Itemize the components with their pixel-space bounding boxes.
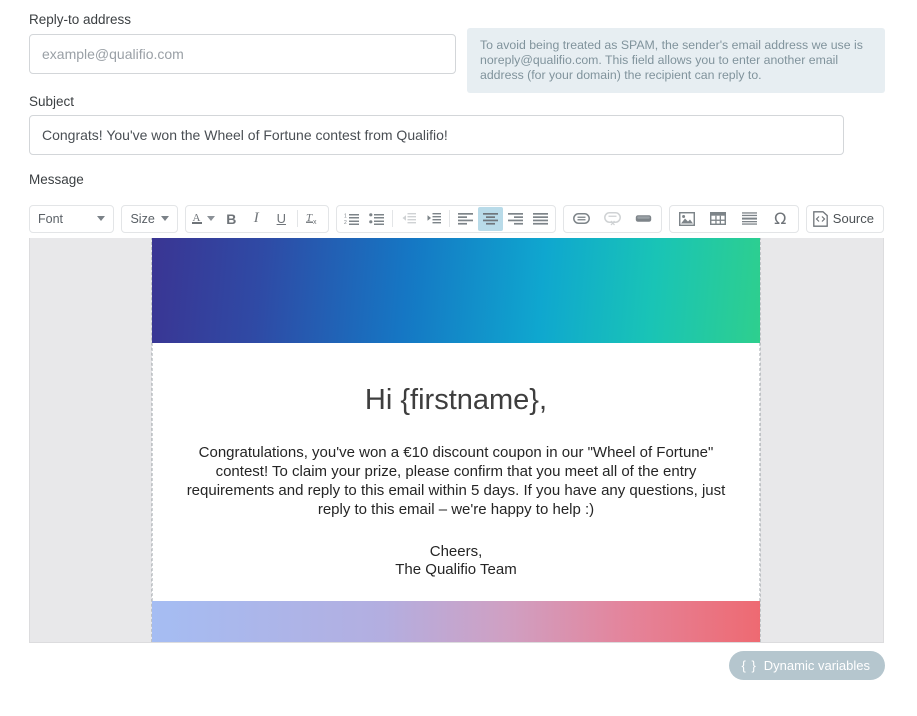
font-size-label: Size	[130, 211, 155, 226]
source-code-icon	[812, 210, 828, 227]
align-left-icon	[457, 213, 473, 225]
email-footer-banner	[152, 600, 760, 642]
email-paragraph: Congratulations, you've won a €10 discou…	[186, 443, 726, 518]
special-character-button[interactable]: Ω	[765, 207, 796, 231]
font-family-label: Font	[38, 211, 64, 226]
reply-to-label: Reply-to address	[29, 12, 132, 27]
image-icon	[679, 211, 696, 226]
remove-format-icon: T x	[305, 212, 317, 226]
numbered-list-icon: 1 2	[344, 214, 359, 225]
underline-icon: U	[276, 211, 286, 226]
link-icon	[572, 213, 590, 224]
increase-indent-button[interactable]	[421, 207, 446, 231]
align-left-button[interactable]	[453, 207, 478, 231]
dynamic-variables-label: Dynamic variables	[763, 658, 870, 673]
email-header-banner	[152, 238, 760, 343]
horizontal-rule-icon	[741, 212, 757, 225]
underline-button[interactable]: U	[269, 207, 294, 231]
bold-button[interactable]: B	[219, 207, 244, 231]
remove-format-button[interactable]: T x	[301, 207, 326, 231]
email-body: Hi {firstname}, Congratulations, you've …	[152, 343, 760, 601]
toolbar-divider	[296, 210, 298, 227]
decrease-indent-button[interactable]	[396, 207, 421, 231]
chevron-down-icon	[97, 216, 106, 221]
decrease-indent-icon	[402, 213, 416, 224]
align-justify-button[interactable]	[528, 207, 553, 231]
horizontal-rule-button[interactable]	[734, 207, 765, 231]
font-family-dropdown[interactable]: Font	[29, 204, 115, 233]
email-signoff-line2: The Qualifio Team	[395, 560, 517, 578]
svg-text:2: 2	[344, 220, 347, 225]
bold-icon: B	[226, 210, 237, 227]
source-button[interactable]: Source	[805, 204, 884, 233]
unlink-icon	[603, 211, 621, 225]
email-editor-page: Reply-to address To avoid being treated …	[0, 0, 917, 716]
image-button[interactable]	[672, 207, 703, 231]
font-size-dropdown[interactable]: Size	[121, 204, 178, 233]
align-justify-icon	[532, 213, 548, 225]
text-color-icon: A	[191, 212, 202, 224]
link-group	[562, 204, 662, 233]
italic-button[interactable]: I	[244, 207, 269, 231]
align-right-button[interactable]	[503, 207, 528, 231]
table-button[interactable]	[703, 207, 734, 231]
anchor-icon	[635, 215, 651, 222]
dynamic-variables-button[interactable]: { } Dynamic variables	[728, 651, 885, 680]
chevron-down-icon	[206, 216, 215, 221]
subject-input[interactable]	[29, 115, 844, 155]
align-center-icon	[482, 213, 498, 225]
message-label: Message	[29, 172, 84, 187]
link-button[interactable]	[566, 207, 597, 231]
insert-group: Ω	[668, 204, 799, 233]
email-template: Hi {firstname}, Congratulations, you've …	[151, 238, 761, 642]
editor-content-area[interactable]: Hi {firstname}, Congratulations, you've …	[29, 238, 884, 643]
paragraph-group: 1 2	[335, 204, 556, 233]
email-heading: Hi {firstname},	[364, 384, 548, 416]
source-button-label: Source	[832, 211, 874, 226]
subject-label: Subject	[29, 94, 75, 109]
anchor-button[interactable]	[628, 207, 659, 231]
text-color-button[interactable]: A	[188, 207, 219, 231]
table-icon	[710, 212, 727, 225]
text-style-group: A B I U T x	[184, 204, 329, 233]
email-signoff-line1: Cheers,	[429, 542, 483, 560]
editor-toolbar: Font Size A B I U T x 1 2 Ω Source	[29, 199, 884, 238]
toolbar-divider	[391, 210, 393, 227]
omega-icon: Ω	[774, 208, 787, 228]
svg-text:1: 1	[344, 214, 347, 220]
increase-indent-icon	[427, 213, 441, 224]
bulleted-list-button[interactable]	[364, 207, 389, 231]
align-right-icon	[507, 213, 523, 225]
bulleted-list-icon	[368, 213, 384, 225]
align-center-button[interactable]	[477, 206, 503, 231]
numbered-list-button[interactable]: 1 2	[339, 207, 364, 231]
unlink-button[interactable]	[597, 207, 628, 231]
reply-to-input[interactable]	[29, 34, 456, 74]
spam-info-note: To avoid being treated as SPAM, the send…	[467, 28, 885, 93]
svg-text:x: x	[313, 219, 317, 226]
braces-icon: { }	[741, 658, 757, 673]
rich-text-editor: Font Size A B I U T x 1 2 Ω Source Hi {f…	[29, 199, 884, 643]
chevron-down-icon	[160, 216, 169, 221]
toolbar-divider	[448, 210, 450, 227]
italic-icon: I	[253, 210, 259, 226]
